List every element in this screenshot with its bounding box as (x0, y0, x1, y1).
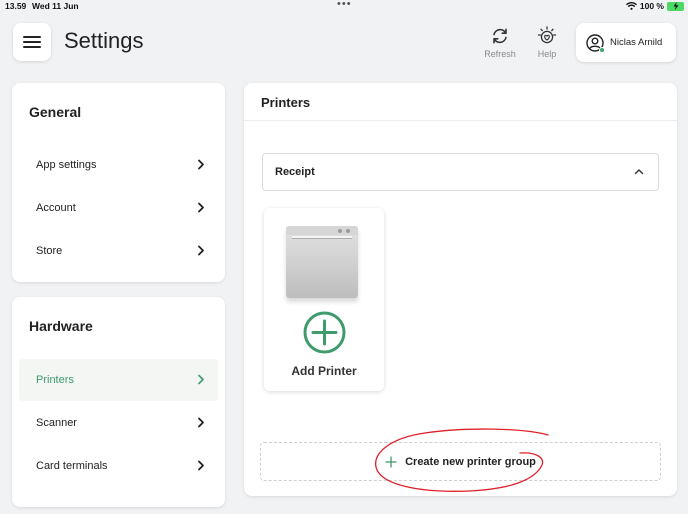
create-printer-group-button[interactable]: Create new printer group (260, 442, 661, 481)
nav-item-scanner[interactable]: Scanner (19, 402, 218, 444)
printer-group-receipt[interactable]: Receipt (262, 153, 659, 191)
chevron-right-icon (198, 374, 204, 385)
chevron-up-icon[interactable] (634, 168, 644, 175)
refresh-button[interactable]: Refresh (480, 26, 520, 59)
wifi-icon (625, 2, 637, 10)
nav-item-card-terminals[interactable]: Card terminals (19, 445, 218, 487)
nav-item-account[interactable]: Account (19, 187, 218, 229)
help-heart-icon (537, 26, 557, 44)
hardware-card: Hardware Printers Scanner Card terminals (12, 297, 225, 507)
general-title: General (29, 104, 82, 120)
status-date: Wed 11 Jun (32, 1, 79, 11)
add-printer-tile[interactable]: Add Printer (264, 208, 384, 391)
status-time: 13.59 (5, 1, 27, 11)
avatar (586, 33, 605, 53)
hardware-title: Hardware (29, 318, 93, 334)
multitasking-dots-icon[interactable]: ••• (337, 0, 352, 10)
printers-panel-title: Printers (261, 95, 311, 110)
menu-button[interactable] (13, 23, 51, 61)
refresh-icon (493, 28, 507, 44)
status-right: 100 % (625, 1, 684, 11)
create-group-label: Create new printer group (405, 455, 536, 468)
panel-divider (244, 120, 677, 121)
chevron-right-icon (198, 417, 204, 428)
general-card: General App settings Account Store (12, 83, 225, 282)
nav-item-store[interactable]: Store (19, 230, 218, 272)
refresh-label: Refresh (484, 49, 516, 59)
add-circle-icon (303, 311, 346, 354)
add-printer-label: Add Printer (291, 364, 357, 378)
chevron-right-icon (198, 460, 204, 471)
chevron-right-icon (198, 245, 204, 256)
user-name: Niclas Arnild (610, 37, 663, 48)
page-title: Settings (64, 28, 144, 53)
app-header: Settings Refresh Help Niclas Arnild (0, 12, 688, 72)
printers-panel: Printers Receipt Add Printer Create new … (244, 83, 677, 496)
nav-item-printers[interactable]: Printers (19, 359, 218, 401)
nav-item-label: Store (36, 245, 63, 257)
status-bar: 13.59 Wed 11 Jun ••• 100 % (0, 0, 688, 12)
nav-item-label: Scanner (36, 417, 77, 429)
plus-icon (385, 456, 397, 467)
user-button[interactable]: Niclas Arnild (576, 23, 676, 62)
battery-icon (667, 1, 684, 11)
printer-icon (286, 226, 358, 298)
nav-item-label: App settings (36, 159, 97, 171)
online-status-dot (599, 46, 605, 53)
battery-percent: 100 % (639, 1, 664, 11)
nav-item-label: Card terminals (36, 460, 108, 472)
nav-item-label: Printers (36, 374, 74, 386)
chevron-right-icon (198, 159, 204, 170)
printer-group-name: Receipt (275, 166, 315, 178)
hamburger-icon (23, 36, 41, 48)
nav-item-app-settings[interactable]: App settings (19, 144, 218, 186)
nav-item-label: Account (36, 202, 76, 214)
help-button[interactable]: Help (527, 26, 567, 59)
help-label: Help (537, 49, 557, 59)
chevron-right-icon (198, 202, 204, 213)
